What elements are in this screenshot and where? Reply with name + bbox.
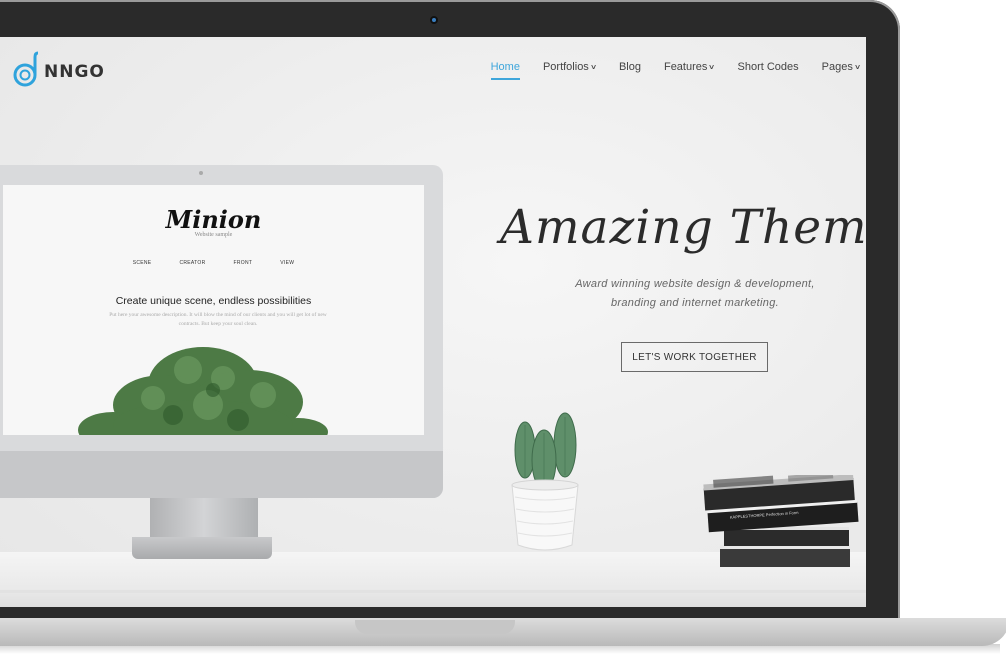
- mockup-subtitle: Website sample: [194, 232, 233, 238]
- hero-subtitle-line: Award winning website design & developme…: [575, 278, 815, 290]
- mockup-description: Put here your awesome description. It wi…: [109, 312, 327, 327]
- laptop-notch: [355, 620, 515, 634]
- monitor-stand-foot: [132, 537, 272, 559]
- nav-item-pages[interactable]: Pages ∨: [821, 61, 862, 73]
- mockup-screen: Minion Website sample SCENE CREATOR FRON…: [3, 185, 424, 435]
- cactus-plant-image: [511, 412, 579, 551]
- logo-text: NNGO: [44, 62, 105, 82]
- mockup-menu: SCENE CREATOR FRONT VIEW: [3, 260, 424, 266]
- nav-item-label: Short Codes: [737, 61, 799, 73]
- mockup-menu-item: FRONT: [233, 260, 253, 266]
- hero-title: Amazing Them: [500, 200, 866, 255]
- main-navigation: Home Portfolios ∨ Blog Features ∨ Short Co…: [468, 61, 862, 80]
- lets-work-together-button[interactable]: LET'S WORK TOGETHER: [621, 342, 768, 372]
- tree-image: [78, 347, 328, 435]
- mockup-menu-item: SCENE: [132, 260, 152, 266]
- nav-item-label: Features: [663, 61, 708, 73]
- nav-item-label: Blog: [618, 61, 641, 73]
- monitor-chin: [0, 451, 443, 498]
- hero-subtitle-line: branding and internet marketing.: [611, 297, 779, 309]
- nav-item-short-codes[interactable]: Short Codes: [738, 61, 799, 73]
- nav-item-blog[interactable]: Blog: [619, 61, 641, 73]
- logo-d-icon: [13, 51, 39, 87]
- website-screen: NNGO Home Portfolios ∨ Blog Features ∨ Sho…: [0, 37, 866, 607]
- monitor-camera-icon: [199, 171, 203, 175]
- nav-item-label: Home: [490, 61, 520, 73]
- nav-item-home[interactable]: Home: [490, 61, 521, 80]
- site-logo[interactable]: NNGO: [12, 51, 105, 87]
- book-stack-image: KAPPLESTHORPE Perfection in Form: [703, 475, 859, 567]
- chevron-down-icon: ∨: [708, 64, 716, 71]
- desk-edge: [0, 590, 866, 593]
- chevron-down-icon: ∨: [853, 64, 862, 71]
- nav-item-features[interactable]: Features ∨: [663, 61, 716, 73]
- monitor-stand-neck: [150, 498, 258, 542]
- nav-item-label: Portfolios: [542, 61, 589, 73]
- mockup-menu-item: CREATOR: [179, 260, 206, 266]
- hero-subtitle: Award winning website design & developme…: [540, 275, 850, 313]
- mockup-headline: Create unique scene, endless possibiliti…: [115, 295, 312, 307]
- nav-item-label: Pages: [821, 61, 853, 73]
- nav-item-portfolios[interactable]: Portfolios ∨: [542, 61, 597, 73]
- mockup-menu-item: VIEW: [280, 260, 295, 266]
- mockup-title: Minion: [165, 205, 262, 234]
- chevron-down-icon: ∨: [589, 64, 597, 71]
- webcam-icon: [430, 16, 438, 24]
